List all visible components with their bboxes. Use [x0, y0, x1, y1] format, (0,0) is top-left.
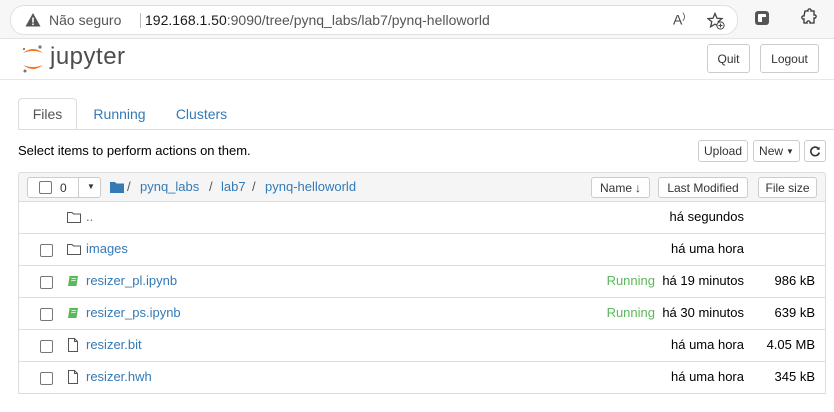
file-name-link[interactable]: images [86, 241, 128, 256]
list-item[interactable]: images há uma hora [18, 234, 826, 266]
folder-icon[interactable] [110, 181, 124, 193]
arrow-down-icon: ↓ [635, 180, 641, 195]
row-checkbox[interactable] [40, 308, 53, 321]
notebook-icon [68, 308, 78, 318]
read-aloud-icon[interactable]: A) [673, 11, 685, 28]
select-all-checkbox[interactable] [39, 181, 52, 194]
selected-count: 0 [60, 180, 67, 195]
last-modified: há uma hora [671, 337, 744, 352]
sort-by-modified-button[interactable]: Last Modified [658, 177, 748, 198]
list-item[interactable]: resizer_ps.ipynb Running há 30 minutos 6… [18, 298, 826, 330]
caret-down-icon[interactable]: ▼ [87, 182, 95, 191]
favorite-star-icon[interactable] [707, 12, 725, 30]
file-icon [68, 338, 78, 352]
logout-button[interactable]: Logout [760, 44, 819, 73]
puzzle-extensions-icon[interactable] [798, 8, 818, 28]
file-list-header: 0 ▼ / pynq_labs / lab7 / pynq-helloworld… [18, 172, 826, 202]
upload-button[interactable]: Upload [698, 140, 748, 162]
list-item[interactable]: resizer_pl.ipynb Running há 19 minutos 9… [18, 266, 826, 298]
breadcrumb-separator: / [127, 179, 131, 194]
last-modified: há 19 minutos [662, 273, 744, 288]
row-checkbox[interactable] [40, 276, 53, 289]
running-status: Running [606, 273, 655, 288]
file-name-link[interactable]: resizer_ps.ipynb [86, 305, 181, 320]
file-name-link[interactable]: resizer.bit [86, 337, 142, 352]
quit-button[interactable]: Quit [707, 44, 750, 73]
url-text[interactable]: 192.168.1.50:9090/tree/pynq_labs/lab7/py… [145, 12, 490, 28]
file-size: 4.05 MB [766, 337, 815, 352]
tab-clusters[interactable]: Clusters [164, 98, 239, 130]
running-status: Running [606, 305, 655, 320]
sort-by-size-button[interactable]: File size [758, 177, 817, 198]
last-modified: há uma hora [671, 369, 744, 384]
security-label[interactable]: Não seguro [49, 12, 121, 28]
tab-divider [18, 129, 834, 130]
row-checkbox[interactable] [40, 372, 53, 385]
new-label: New [759, 144, 784, 158]
divider [140, 13, 141, 28]
last-modified: há uma hora [671, 241, 744, 256]
file-icon [68, 370, 78, 384]
file-size: 345 kB [774, 369, 815, 384]
breadcrumb-separator: / [209, 179, 213, 194]
breadcrumb-lab7[interactable]: lab7 [221, 179, 246, 194]
breadcrumb-pynq-helloworld[interactable]: pynq-helloworld [265, 179, 356, 194]
file-size: 639 kB [774, 305, 815, 320]
url-path: :9090/tree/pynq_labs/lab7/pynq-helloworl… [226, 12, 490, 28]
select-all-dropdown[interactable]: 0 ▼ [27, 177, 101, 198]
row-checkbox[interactable] [40, 244, 53, 257]
folder-icon [67, 244, 81, 255]
list-item[interactable]: .. há segundos [18, 202, 826, 234]
jupyter-logo-icon[interactable] [20, 44, 46, 74]
list-item[interactable]: resizer.bit há uma hora 4.05 MB [18, 330, 826, 362]
address-bar[interactable]: Não seguro 192.168.1.50:9090/tree/pynq_l… [10, 5, 738, 35]
last-modified: há 30 minutos [662, 305, 744, 320]
row-checkbox[interactable] [40, 340, 53, 353]
url-host: 192.168.1.50 [145, 12, 227, 28]
file-name-link[interactable]: .. [86, 209, 93, 224]
caret-down-icon: ▼ [786, 146, 794, 156]
browser-toolbar: Não seguro 192.168.1.50:9090/tree/pynq_l… [0, 0, 834, 39]
selection-hint: Select items to perform actions on them. [18, 143, 251, 158]
list-item[interactable]: resizer.hwh há uma hora 345 kB [18, 362, 826, 394]
tab-running[interactable]: Running [82, 98, 157, 130]
breadcrumb-pynq-labs[interactable]: pynq_labs [140, 179, 199, 194]
folder-icon [67, 212, 81, 223]
file-name-link[interactable]: resizer_pl.ipynb [86, 273, 177, 288]
warning-icon[interactable] [25, 12, 41, 28]
tab-files[interactable]: Files [18, 98, 77, 130]
divider [78, 178, 79, 197]
file-size: 986 kB [774, 273, 815, 288]
sort-by-name-button[interactable]: Name ↓ [591, 177, 650, 198]
jupyter-logo-text[interactable]: jupyter [50, 43, 126, 71]
name-column-label: Name [599, 180, 632, 195]
notebook-icon [68, 276, 78, 286]
file-name-link[interactable]: resizer.hwh [86, 369, 152, 384]
last-modified: há segundos [669, 209, 744, 224]
refresh-icon [810, 146, 821, 157]
extension-icon[interactable] [753, 9, 771, 27]
new-dropdown-button[interactable]: New ▼ [753, 140, 800, 162]
breadcrumb-separator: / [252, 179, 256, 194]
jupyter-header: jupyter Quit Logout [0, 39, 834, 80]
refresh-button[interactable] [804, 140, 826, 162]
